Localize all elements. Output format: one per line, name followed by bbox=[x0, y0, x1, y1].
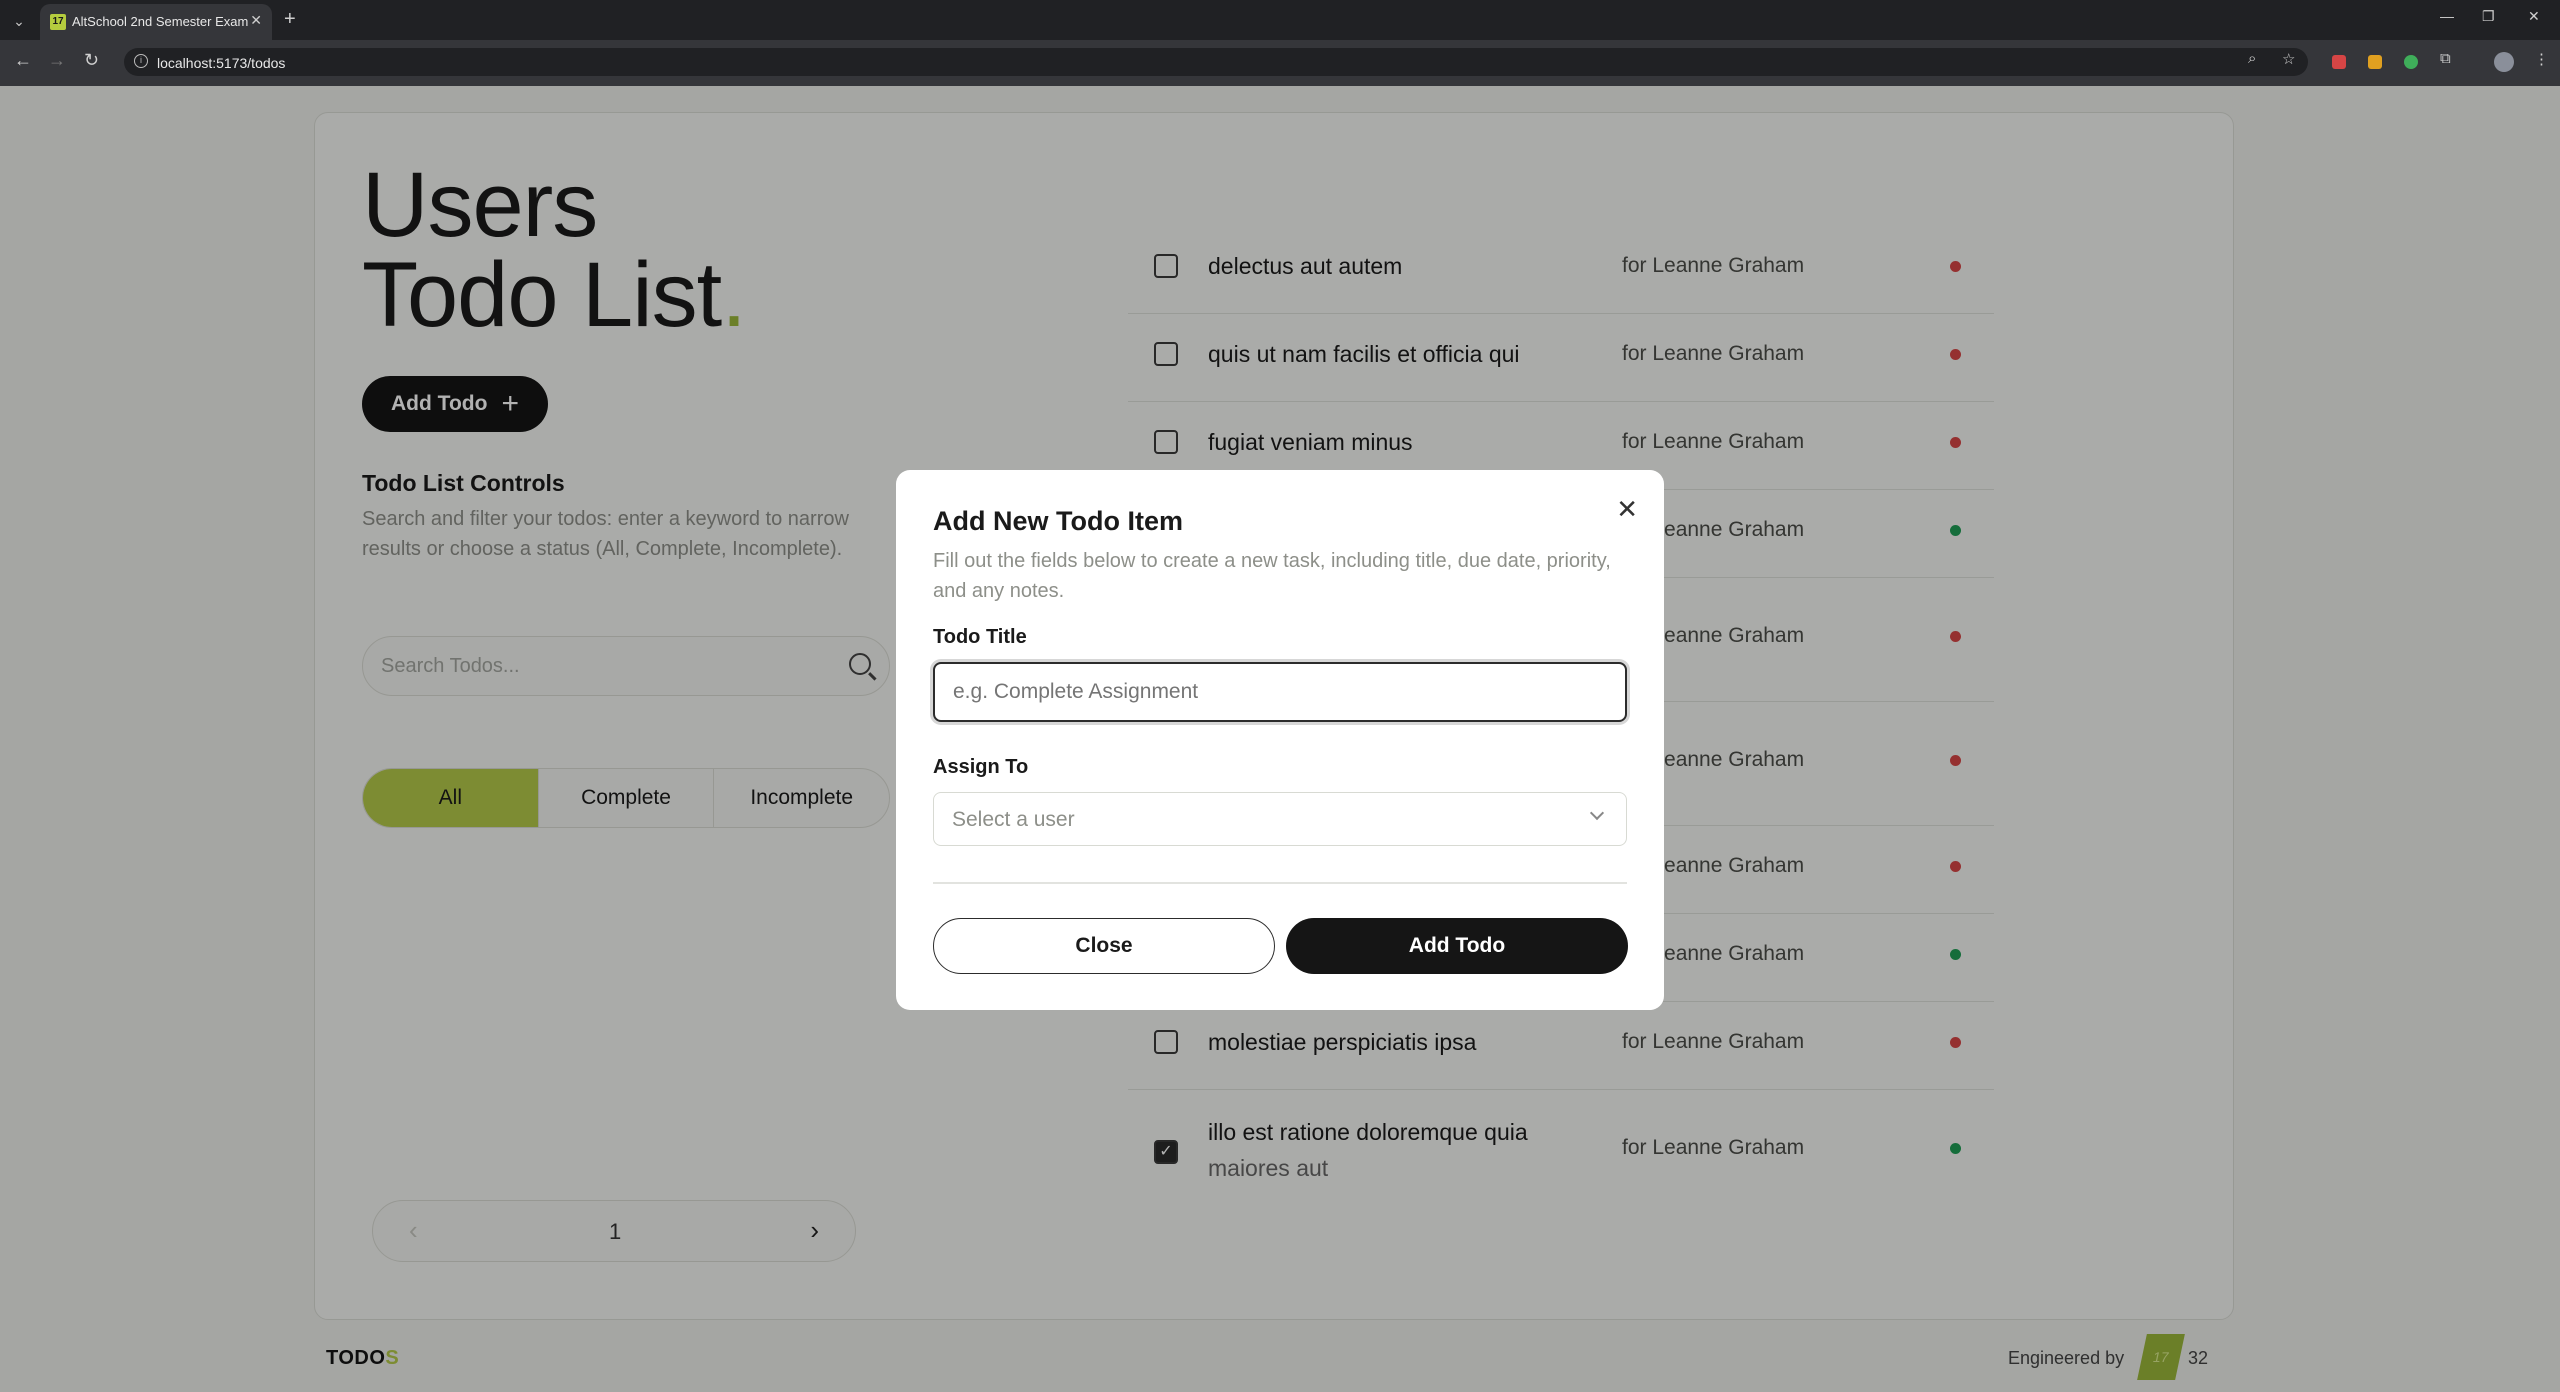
extension-icon[interactable] bbox=[2368, 55, 2382, 69]
tab-close-icon[interactable]: ✕ bbox=[250, 12, 262, 29]
todo-title-input[interactable] bbox=[933, 662, 1627, 722]
close-button[interactable]: Close bbox=[933, 918, 1275, 974]
minimize-icon[interactable]: — bbox=[2440, 8, 2454, 24]
assign-user-select[interactable]: Select a user bbox=[933, 792, 1627, 846]
window-close-icon[interactable]: ✕ bbox=[2528, 8, 2540, 25]
chevron-down-icon bbox=[1589, 805, 1605, 821]
browser-tabbar: ⌄ 17 AltSchool 2nd Semester Exam ✕ + — ❐… bbox=[0, 0, 2560, 40]
modal-divider bbox=[933, 882, 1627, 884]
zoom-icon[interactable]: ⌕ bbox=[2248, 50, 2256, 67]
back-icon[interactable]: ← bbox=[14, 50, 32, 71]
restore-icon[interactable]: ❐ bbox=[2482, 8, 2495, 25]
forward-icon[interactable]: → bbox=[48, 50, 66, 71]
add-todo-modal: Add New Todo Item ✕ Fill out the fields … bbox=[896, 470, 1664, 1010]
new-tab-icon[interactable]: + bbox=[284, 8, 296, 31]
site-info-icon[interactable]: i bbox=[134, 54, 148, 68]
extension-icon[interactable] bbox=[2404, 55, 2418, 69]
modal-description: Fill out the fields below to create a ne… bbox=[933, 550, 1611, 602]
address-bar[interactable] bbox=[124, 48, 2308, 76]
browser-menu-icon[interactable]: ⋮ bbox=[2534, 50, 2549, 68]
profile-avatar[interactable] bbox=[2494, 52, 2514, 72]
add-todo-submit-button[interactable]: Add Todo bbox=[1286, 918, 1628, 974]
assign-user-value: Select a user bbox=[952, 808, 1075, 831]
browser-tab[interactable]: 17 AltSchool 2nd Semester Exam ✕ bbox=[40, 4, 272, 40]
favicon-icon: 17 bbox=[50, 14, 66, 30]
extension-icon[interactable] bbox=[2332, 55, 2346, 69]
close-icon[interactable]: ✕ bbox=[1616, 496, 1638, 522]
url-text[interactable]: localhost:5173/todos bbox=[157, 55, 285, 71]
modal-title: Add New Todo Item bbox=[933, 506, 1183, 536]
tab-title: AltSchool 2nd Semester Exam bbox=[72, 14, 249, 29]
assign-to-label: Assign To bbox=[933, 756, 1029, 778]
tab-search-icon[interactable]: ⌄ bbox=[8, 10, 30, 32]
reload-icon[interactable]: ↻ bbox=[84, 50, 99, 71]
todo-title-label: Todo Title bbox=[933, 626, 1027, 648]
extensions-puzzle-icon[interactable]: ⧉ bbox=[2440, 50, 2451, 67]
bookmark-star-icon[interactable]: ☆ bbox=[2282, 50, 2295, 68]
